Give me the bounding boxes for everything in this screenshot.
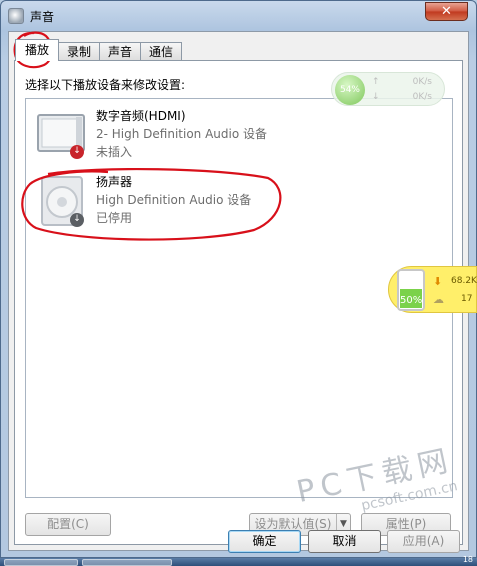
up-arrow-icon: ↑ (372, 77, 380, 87)
device-description: 2- High Definition Audio 设备 (96, 127, 268, 141)
tab-communications[interactable]: 通信 (140, 42, 183, 61)
down-arrow-red-icon: ↓ (70, 145, 84, 159)
close-button[interactable]: ✕ (425, 2, 468, 21)
cloud-icon: ☁ (433, 293, 444, 306)
down-arrow-icon: ↓ (372, 92, 380, 102)
download-rate: 68.2K (451, 276, 477, 286)
device-name: 扬声器 (96, 175, 133, 189)
tab-recording[interactable]: 录制 (58, 42, 101, 61)
taskbar-clock: 18 (462, 555, 473, 564)
upload-speed: 0K/s (412, 77, 432, 87)
download-arrow-icon: ⬇ (433, 275, 443, 288)
battery-level: 50% (400, 289, 422, 308)
list-item[interactable]: ↓ 数字音频(HDMI) 2- High Definition Audio 设备… (32, 107, 432, 171)
battery-icon: 50% (397, 269, 425, 311)
device-name: 数字音频(HDMI) (96, 109, 186, 123)
ok-button[interactable]: 确定 (228, 530, 301, 553)
window-title: 声音 (30, 10, 55, 24)
speed-orb: 54% (335, 75, 365, 105)
speaker-icon (8, 8, 24, 24)
taskbar[interactable]: 18 (0, 555, 477, 566)
title-bar[interactable]: 声音 ✕ (1, 1, 476, 31)
down-arrow-gray-icon: ↓ (70, 213, 84, 227)
taskbar-button[interactable] (82, 559, 172, 566)
network-speed-widget[interactable]: 54% ↑ 0K/s ↓ 0K/s (331, 72, 445, 106)
tab-playback[interactable]: 播放 (15, 39, 60, 61)
device-description: High Definition Audio 设备 (96, 193, 252, 207)
list-item[interactable]: ↓ 扬声器 High Definition Audio 设备 已停用 (32, 173, 432, 237)
battery-widget[interactable]: 50% ⬇ 68.2K ☁ 17 (388, 266, 477, 313)
device-status: 未插入 (96, 145, 133, 159)
tab-strip: 播放 录制 声音 通信 (15, 39, 183, 61)
configure-button[interactable]: 配置(C) (25, 513, 111, 536)
tab-sounds[interactable]: 声音 (99, 42, 142, 61)
apply-button[interactable]: 应用(A) (387, 530, 460, 553)
instruction-label: 选择以下播放设备来修改设置: (25, 78, 186, 92)
download-speed: 0K/s (412, 92, 432, 102)
device-status: 已停用 (96, 211, 133, 225)
upload-rate: 17 (461, 294, 473, 304)
taskbar-button[interactable] (4, 559, 78, 566)
monitor-icon (32, 107, 92, 165)
